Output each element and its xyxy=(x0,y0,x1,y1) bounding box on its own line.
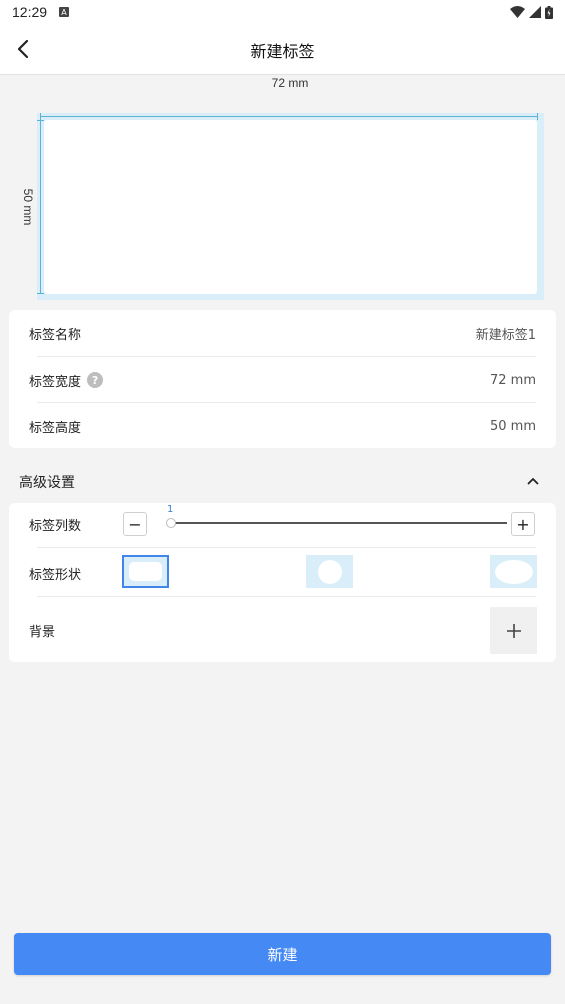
columns-decrement-button[interactable]: − xyxy=(123,512,147,536)
height-ruler xyxy=(37,120,44,294)
label-width-value[interactable]: 72 mm xyxy=(490,373,536,388)
status-icons xyxy=(510,5,553,19)
label-width-label: 标签宽度 xyxy=(29,374,82,390)
divider xyxy=(37,596,536,597)
label-height-value[interactable]: 50 mm xyxy=(490,419,536,434)
label-height-row[interactable]: 标签高度 50 mm xyxy=(29,403,536,449)
advanced-settings-title: 高级设置 xyxy=(19,475,75,491)
ellipse-shape xyxy=(494,559,533,584)
app-header: 新建标签 xyxy=(0,24,565,75)
chevron-up-icon xyxy=(527,478,539,485)
signal-icon xyxy=(529,6,541,18)
add-background-button[interactable] xyxy=(490,607,537,654)
status-time: 12:29 xyxy=(12,4,48,20)
preview-height-label: 50 mm xyxy=(21,188,35,226)
width-ruler xyxy=(40,113,538,120)
help-icon[interactable]: ? xyxy=(87,372,104,388)
columns-slider-thumb[interactable] xyxy=(166,518,176,528)
preview-width-label: 72 mm xyxy=(271,76,309,90)
shape-option-rounded-rect[interactable] xyxy=(122,555,169,588)
divider xyxy=(37,547,536,548)
advanced-settings-card: 标签列数 − 1 + 标签形状 背景 xyxy=(9,503,556,662)
label-preview-canvas[interactable] xyxy=(44,120,537,294)
circle-shape xyxy=(317,559,342,584)
rounded-rect-shape xyxy=(129,562,162,581)
label-name-row[interactable]: 标签名称 新建标签1 xyxy=(29,310,536,356)
a-icon: A xyxy=(59,7,70,17)
plus-icon xyxy=(506,623,521,638)
label-name-value[interactable]: 新建标签1 xyxy=(476,324,536,343)
shape-row: 标签形状 xyxy=(29,550,536,596)
columns-increment-button[interactable]: + xyxy=(511,512,535,536)
status-bar: 12:29 A xyxy=(0,0,565,24)
collapse-button[interactable] xyxy=(522,470,544,492)
shape-option-ellipse[interactable] xyxy=(490,555,537,588)
background-label: 背景 xyxy=(29,625,56,640)
wifi-icon xyxy=(510,6,525,18)
label-height-label: 标签高度 xyxy=(29,420,82,436)
create-button[interactable]: 新建 xyxy=(14,933,551,975)
shape-label: 标签形状 xyxy=(29,567,82,583)
shape-option-circle[interactable] xyxy=(306,555,353,588)
battery-icon xyxy=(545,5,553,19)
columns-row: 标签列数 xyxy=(29,503,536,545)
basic-settings-card: 标签名称 新建标签1 标签宽度 ? 72 mm 标签高度 50 mm xyxy=(9,310,556,448)
columns-label: 标签列数 xyxy=(29,518,82,534)
columns-slider-track[interactable] xyxy=(171,522,507,524)
label-name-label: 标签名称 xyxy=(29,327,82,343)
columns-slider-value: 1 xyxy=(167,504,174,515)
page-title: 新建标签 xyxy=(250,42,315,61)
background-row: 背景 xyxy=(29,607,536,654)
label-width-row[interactable]: 标签宽度 ? 72 mm xyxy=(29,357,536,403)
